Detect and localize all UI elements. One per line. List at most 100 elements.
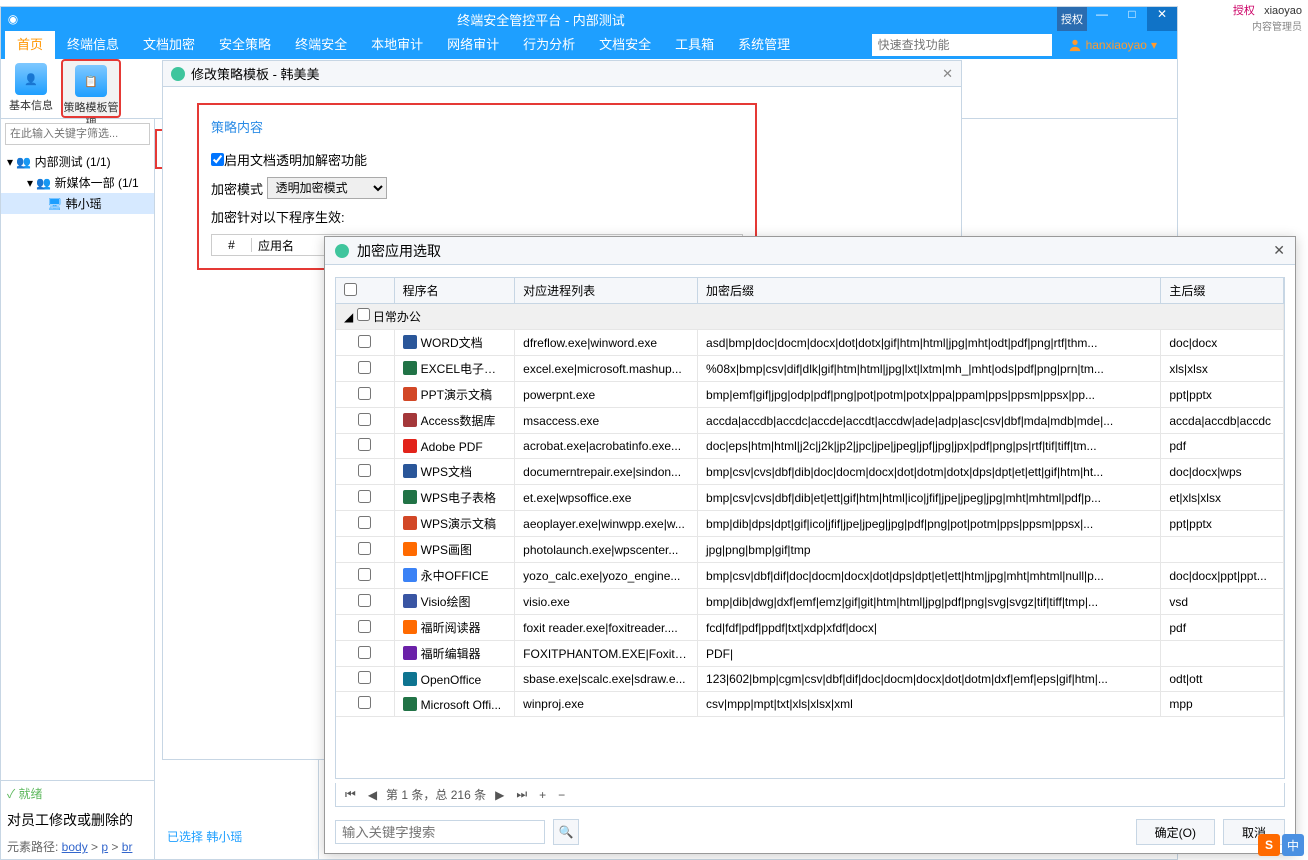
app-icon (403, 464, 417, 478)
row-checkbox[interactable] (358, 335, 371, 348)
app-icon (403, 542, 417, 556)
path-br[interactable]: br (122, 840, 133, 854)
dialog-title: 加密应用选取 (357, 241, 441, 261)
pager-info: 第 1 条，总 216 条 (386, 786, 486, 803)
auth-button[interactable]: 授权 (1057, 7, 1087, 31)
app-icon (403, 516, 417, 530)
path-body[interactable]: body (62, 840, 88, 854)
cutoff-text: 对员工修改或删除的 (1, 806, 154, 834)
ime-indicator: S 中 (1258, 834, 1304, 856)
row-checkbox[interactable] (358, 490, 371, 503)
table-row[interactable]: Visio绘图visio.exebmp|dib|dwg|dxf|emf|emz|… (336, 589, 1284, 615)
table-row[interactable]: WPS文档documerntrepair.exe|sindon...bmp|cs… (336, 459, 1284, 485)
encrypt-mode-select[interactable]: 透明加密模式 (267, 177, 387, 199)
menu-terminal-security[interactable]: 终端安全 (283, 31, 359, 59)
pager-first[interactable]: ⏮ (342, 787, 359, 802)
ok-button[interactable]: 确定(O) (1136, 819, 1215, 845)
row-checkbox[interactable] (358, 671, 371, 684)
row-checkbox[interactable] (358, 361, 371, 374)
row-checkbox[interactable] (358, 542, 371, 555)
row-checkbox[interactable] (358, 387, 371, 400)
table-row[interactable]: 福昕阅读器foxit reader.exe|foxitreader....fcd… (336, 615, 1284, 641)
row-checkbox[interactable] (358, 696, 371, 709)
app-icon (403, 646, 417, 660)
app-icon (403, 490, 417, 504)
menu-local-audit[interactable]: 本地审计 (359, 31, 435, 59)
user-icon (1068, 38, 1082, 52)
pager-prev[interactable]: ◀ (365, 788, 380, 802)
th-proc[interactable]: 对应进程列表 (515, 278, 698, 304)
table-row[interactable]: WORD文档dfreflow.exe|winword.exeasd|bmp|do… (336, 330, 1284, 356)
close-button[interactable]: ✕ (1147, 7, 1177, 31)
th-main[interactable]: 主后缀 (1161, 278, 1284, 304)
dialog-search-button[interactable]: 🔍 (553, 819, 579, 845)
app-table: 程序名 对应进程列表 加密后缀 主后缀 ◢ 日常办公WORD文档dfreflow… (336, 278, 1284, 717)
table-row[interactable]: OpenOfficesbase.exe|scalc.exe|sdraw.e...… (336, 667, 1284, 692)
dialog-search-input[interactable] (335, 820, 545, 844)
row-checkbox[interactable] (358, 594, 371, 607)
selection-footer: 已选择 韩小瑶 (155, 822, 318, 851)
table-row[interactable]: Access数据库msaccess.exeaccda|accdb|accdc|a… (336, 408, 1284, 434)
row-checkbox[interactable] (358, 568, 371, 581)
maximize-button[interactable]: □ (1117, 7, 1147, 31)
status-ready: 就绪 (1, 780, 154, 806)
path-p[interactable]: p (101, 840, 108, 854)
toolbtn-policy-template[interactable]: 📋 策略模板管理 (61, 59, 121, 118)
table-row[interactable]: WPS电子表格et.exe|wpsoffice.exebmp|csv|cvs|d… (336, 485, 1284, 511)
row-checkbox[interactable] (358, 620, 371, 633)
menu-terminal-info[interactable]: 终端信息 (55, 31, 131, 59)
tree-node-dept[interactable]: ▾ 👥 新媒体一部 (1/1 (1, 172, 154, 193)
left-tree-pane: ▾ 👥 内部测试 (1/1) ▾ 👥 新媒体一部 (1/1 🖥 韩小瑶 就绪 对… (1, 119, 155, 859)
row-checkbox[interactable] (358, 438, 371, 451)
menu-doc-encrypt[interactable]: 文档加密 (131, 31, 207, 59)
menu-behavior[interactable]: 行为分析 (511, 31, 587, 59)
tree-filter-input[interactable] (5, 123, 150, 145)
tree-node-root[interactable]: ▾ 👥 内部测试 (1/1) (1, 151, 154, 172)
th-name[interactable]: 程序名 (394, 278, 515, 304)
ime-zh-icon[interactable]: 中 (1282, 834, 1304, 856)
pager-del[interactable]: − (555, 788, 568, 802)
quick-search-input[interactable] (872, 34, 1052, 56)
menu-security-policy[interactable]: 安全策略 (207, 31, 283, 59)
enable-transparent-cb[interactable] (211, 153, 224, 166)
app-icon (403, 672, 417, 686)
tree-node-user[interactable]: 🖥 韩小瑶 (1, 193, 154, 214)
pager: ⏮ ◀ 第 1 条，总 216 条 ▶ ⏭ + − (335, 783, 1285, 807)
table-row[interactable]: 福昕编辑器FOXITPHANTOM.EXE|FoxitP...PDF| (336, 641, 1284, 667)
user-label[interactable]: hanxiaoyao ▾ (1068, 38, 1157, 52)
dialog-close[interactable]: ✕ (1273, 242, 1285, 259)
pager-add[interactable]: + (536, 788, 549, 802)
ime-s-icon[interactable]: S (1258, 834, 1280, 856)
menu-network-audit[interactable]: 网络审计 (435, 31, 511, 59)
menu-home[interactable]: 首页 (5, 31, 55, 59)
edit-window-close[interactable]: ✕ (942, 66, 953, 82)
person-icon: 👤 (15, 63, 47, 95)
pager-last[interactable]: ⏭ (513, 787, 530, 802)
th-checkbox[interactable] (336, 278, 394, 304)
menu-system[interactable]: 系统管理 (726, 31, 802, 59)
toolbtn-basic-info[interactable]: 👤 基本信息 (1, 59, 61, 118)
pager-next[interactable]: ▶ (492, 788, 507, 802)
app-icon (403, 361, 417, 375)
table-row[interactable]: Microsoft Offi...winproj.execsv|mpp|mpt|… (336, 692, 1284, 717)
window-title: 终端安全管控平台 - 内部测试 (25, 10, 1057, 29)
app-icon (403, 335, 417, 349)
menu-doc-security[interactable]: 文档安全 (587, 31, 663, 59)
minimize-button[interactable]: — (1087, 7, 1117, 31)
th-ext[interactable]: 加密后缀 (698, 278, 1161, 304)
table-row[interactable]: WPS演示文稿aeoplayer.exe|winwpp.exe|w...bmp|… (336, 511, 1284, 537)
table-row[interactable]: EXCEL电子表格excel.exe|microsoft.mashup...%0… (336, 356, 1284, 382)
app-icon (403, 413, 417, 427)
table-row[interactable]: WPS画图photolaunch.exe|wpscenter...jpg|png… (336, 537, 1284, 563)
row-checkbox[interactable] (358, 516, 371, 529)
app-select-dialog: 加密应用选取 ✕ 程序名 对应进程列表 加密后缀 主后缀 ◢ 日常办公WORD文… (324, 236, 1296, 854)
row-checkbox[interactable] (358, 646, 371, 659)
table-row[interactable]: Adobe PDFacrobat.exe|acrobatinfo.exe...d… (336, 434, 1284, 459)
menu-toolbox[interactable]: 工具箱 (663, 31, 726, 59)
row-checkbox[interactable] (358, 464, 371, 477)
group-row[interactable]: ◢ 日常办公 (336, 304, 1284, 330)
dialog-dot-icon (335, 244, 349, 258)
table-row[interactable]: PPT演示文稿powerpnt.exebmp|emf|gif|jpg|odp|p… (336, 382, 1284, 408)
table-row[interactable]: 永中OFFICEyozo_calc.exe|yozo_engine...bmp|… (336, 563, 1284, 589)
row-checkbox[interactable] (358, 413, 371, 426)
